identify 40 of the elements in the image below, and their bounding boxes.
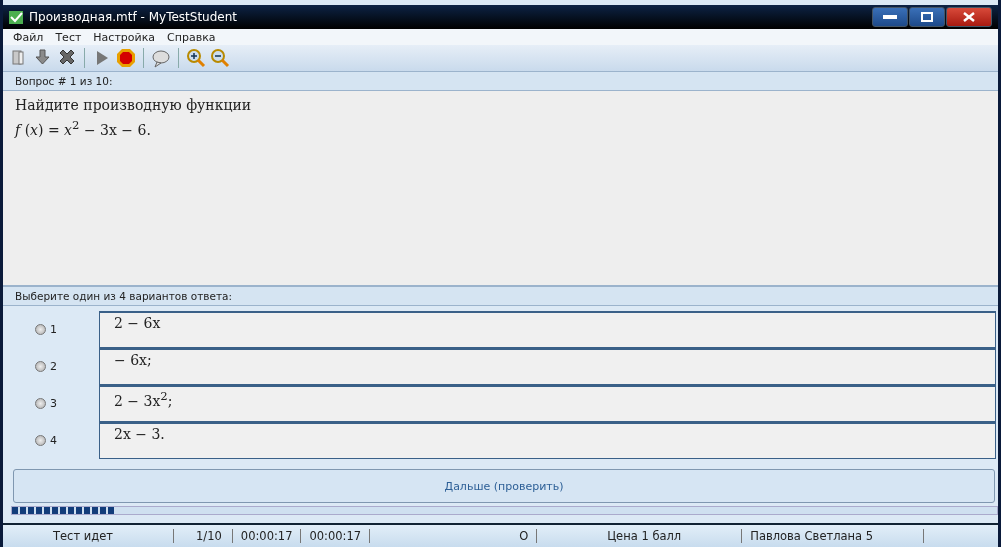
next-button[interactable]: Дальше (проверить) xyxy=(13,469,995,503)
answer-option: − 6x; xyxy=(99,348,996,385)
radio-button[interactable] xyxy=(35,361,46,372)
status-field: 00:00:17 xyxy=(301,529,371,543)
answer-option: 2 − 6x xyxy=(99,311,996,348)
zoom-in-icon[interactable] xyxy=(186,48,206,68)
maximize-icon xyxy=(921,12,933,22)
answer-option: 2x − 3. xyxy=(99,422,996,459)
status-field: Павлова Светлана 5 xyxy=(742,529,925,543)
answer-number: 1 xyxy=(50,323,57,336)
zoom-out-icon[interactable] xyxy=(210,48,230,68)
close-icon xyxy=(963,12,975,22)
question-text: Найдите производную функции xyxy=(15,96,253,115)
status-field: Цена 1 балл xyxy=(599,529,743,543)
answer-number: 2 xyxy=(50,360,57,373)
minimize-button[interactable] xyxy=(872,7,908,27)
radio-button[interactable] xyxy=(35,398,46,409)
menu-item[interactable]: Настройка xyxy=(87,30,162,44)
maximize-button[interactable] xyxy=(909,7,945,27)
question-header: Вопрос # 1 из 10: xyxy=(3,71,998,91)
answer-option: 2 − 3x$^{2}$; xyxy=(99,385,996,422)
check-icon xyxy=(9,10,23,24)
speech-bubble-icon[interactable] xyxy=(151,48,171,68)
status-field: 1/10 xyxy=(174,529,233,543)
status-field: O xyxy=(511,529,538,543)
window-title: Производная.mtf - MyTestStudent xyxy=(29,10,238,24)
radio-button[interactable] xyxy=(35,324,46,335)
status-field: Тест идет xyxy=(3,529,174,543)
stop-icon[interactable] xyxy=(116,48,136,68)
minimize-icon xyxy=(883,15,897,19)
menu-item[interactable]: Файл xyxy=(7,30,50,44)
radio-button[interactable] xyxy=(35,435,46,446)
answer-number: 3 xyxy=(50,397,57,410)
answer-number: 4 xyxy=(50,434,57,447)
close-button[interactable] xyxy=(946,7,992,27)
menu-item[interactable]: Тест xyxy=(49,30,88,44)
question-formula: f (x) = x$^{2}$ − 3x − 6. xyxy=(15,117,152,140)
menu-item[interactable]: Справка xyxy=(161,30,222,44)
answers-header: Выберите один из 4 вариантов ответа: xyxy=(3,286,998,306)
status-field: 00:00:17 xyxy=(232,529,302,543)
